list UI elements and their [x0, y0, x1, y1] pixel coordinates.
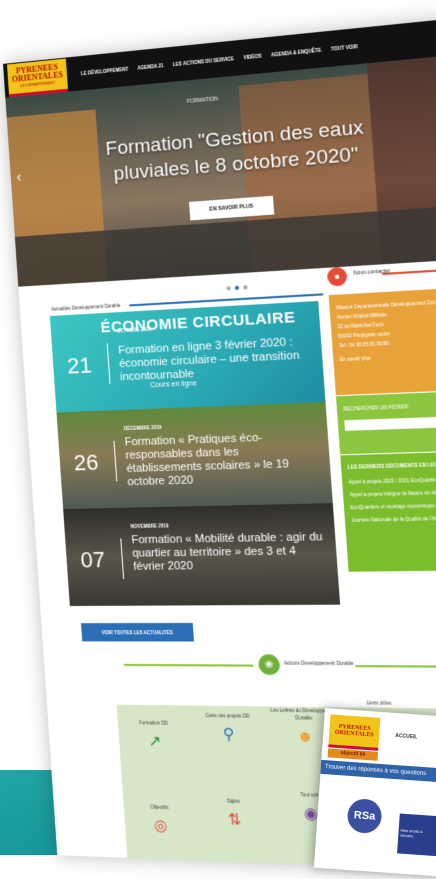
- hero-category: FORMATION: [187, 96, 218, 105]
- nav-item-agenda-enquete[interactable]: AGENDA & ENQUÊTE: [271, 47, 322, 57]
- file-search-input[interactable]: [344, 415, 436, 431]
- target-icon: ◎: [124, 816, 197, 837]
- news-day: 26: [73, 449, 99, 476]
- document-link[interactable]: Appel à projets 2020 / 2021 EcoQuartiers…: [348, 475, 436, 487]
- news-divider: [107, 343, 111, 384]
- nav-item-tout-voir[interactable]: TOUT VOIR: [331, 43, 358, 51]
- file-search-label: RECHERCHER UN FICHIER: [343, 401, 436, 412]
- actions-section-title: Actions Développement Durable: [284, 661, 354, 667]
- popup-search-strip[interactable]: Trouver des réponses à vos questions: [320, 760, 436, 783]
- document-link[interactable]: Appel à projets Intégrer la Nature en vi…: [349, 488, 436, 500]
- news-overlay-subtitle: Cours en ligne: [150, 380, 197, 389]
- documents-title: LES DERNIERS DOCUMENTS EN LIGNE: [347, 460, 436, 473]
- document-link[interactable]: EcoQuartiers et montage économique d'amé…: [350, 501, 436, 513]
- action-formation[interactable]: Formation DD ↗: [118, 719, 192, 752]
- slider-dot[interactable]: [243, 285, 248, 289]
- news-month: DÉCEMBRE 2019: [124, 425, 162, 431]
- map-pin-icon: ●: [327, 267, 348, 287]
- news-title: Formation en ligne 3 février 2020 : écon…: [118, 335, 314, 384]
- news-month: NOVEMBRE 2019: [130, 523, 168, 529]
- site-logo[interactable]: PYRENEES ORIENTALES LE DÉPARTEMENT: [7, 58, 68, 97]
- action-label: Liens utiles: [366, 700, 391, 706]
- nav-item-actions[interactable]: LES ACTIONS DU SERVICE: [173, 56, 234, 67]
- slider-dot-active[interactable]: [235, 286, 240, 290]
- chart-up-icon: ↗: [119, 732, 192, 752]
- slider-dot[interactable]: [226, 286, 230, 290]
- section-divider: [355, 665, 436, 668]
- slider-dots: [226, 285, 247, 290]
- news-divider: [113, 441, 117, 482]
- news-title: Formation « Mobilité durable : agir du q…: [131, 531, 328, 574]
- nav-item-agenda21[interactable]: AGENDA 21: [137, 63, 163, 71]
- leaf-icon: ❀: [258, 654, 281, 675]
- news-divider: [120, 538, 124, 579]
- sort-az-icon: ⇅: [198, 810, 273, 831]
- all-news-button[interactable]: VOIR TOUTES LES ACTUALITÉS: [81, 623, 194, 642]
- overlay-screenshot: PYRENEES ORIENTALES objectif 66 ACCUEIL …: [314, 708, 436, 877]
- action-label: Tout voir: [300, 792, 319, 798]
- popup-home-link[interactable]: ACCUEIL: [395, 733, 418, 741]
- contact-more-link[interactable]: En savoir plus: [340, 348, 436, 364]
- action-label: Objectifs: [150, 804, 168, 810]
- nav-item-developpement[interactable]: LE DÉVELOPPEMENT: [81, 66, 129, 76]
- document-link[interactable]: Journée Nationale de la Qualité de l'Air: [351, 514, 436, 525]
- news-section-title: Actualités Développement Durable: [51, 303, 121, 312]
- map-pin-icon: ⚲: [192, 725, 267, 745]
- popup-logo[interactable]: PYRENEES ORIENTALES: [328, 714, 380, 750]
- news-day: 21: [66, 352, 92, 379]
- action-label: Formation DD: [139, 720, 168, 726]
- news-title: Formation « Pratiques éco-responsables d…: [124, 430, 321, 490]
- chevron-left-icon[interactable]: ‹: [16, 168, 22, 184]
- rights-tile[interactable]: Mes droits & devoirs: [397, 813, 436, 856]
- nav-item-videos[interactable]: VIDÉOS: [243, 53, 261, 60]
- action-objectifs[interactable]: Objectifs ◎: [123, 803, 197, 837]
- news-card[interactable]: ÉCONOMIE CIRCULAIRE 21 OCTOBRE 2020 Form…: [50, 301, 326, 412]
- action-sigles[interactable]: Sigles ⇅: [197, 797, 273, 832]
- action-carte[interactable]: Carte des projets DD ⚲: [191, 712, 267, 745]
- rsa-tile[interactable]: RSa: [346, 798, 382, 834]
- news-day: 07: [80, 547, 106, 574]
- section-divider: [124, 664, 253, 667]
- news-card[interactable]: 07 NOVEMBRE 2019 Formation « Mobilité du…: [63, 503, 340, 606]
- contact-box: Mission Départementale Développement Dur…: [329, 286, 436, 395]
- action-label: Sigles: [227, 798, 240, 804]
- news-card[interactable]: 26 DÉCEMBRE 2019 Formation « Pratiques é…: [56, 402, 332, 509]
- file-search-box: RECHERCHER UN FICHIER: [336, 390, 436, 454]
- action-label: Carte des projets DD: [205, 713, 249, 719]
- latest-documents: LES DERNIERS DOCUMENTS EN LIGNE Appel à …: [340, 451, 436, 572]
